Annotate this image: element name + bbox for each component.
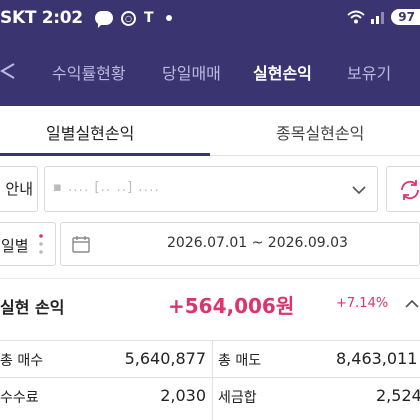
refresh-button[interactable] <box>386 166 420 212</box>
date-range-text: 2026.07.01 ~ 2026.09.03 <box>167 235 348 251</box>
t-app-icon: T <box>144 10 154 26</box>
calendar-icon <box>72 236 90 253</box>
top-nav: 수익률현황 당일매매 실현손익 보유기 <box>0 38 420 106</box>
talk-icon <box>95 11 113 28</box>
account-select[interactable]: ▪ ․․․․ [․․ ․․] ․․․․ <box>44 166 378 212</box>
table-divider-horizontal <box>0 377 420 378</box>
tab-holdings[interactable]: 보유기 <box>347 60 391 84</box>
tax-value: 2,524 <box>376 386 420 405</box>
fee-value: 2,030 <box>160 386 206 405</box>
status-system-icons: 97 <box>347 9 420 25</box>
summary-table: 총 매수 5,640,877 총 매도 8,463,011 수수료 2,030 … <box>0 340 420 420</box>
total-buy-label: 총 매수 <box>0 353 44 369</box>
tax-label: 세금합 <box>218 390 257 406</box>
divider <box>0 278 420 279</box>
notification-dot-icon <box>165 15 172 21</box>
period-type-label: 일별 <box>1 237 29 255</box>
total-sell-label: 총 매도 <box>218 353 262 369</box>
date-range-field[interactable]: 2026.07.01 ~ 2026.09.03 <box>60 222 420 266</box>
status-notification-icons: ○ T <box>95 10 172 28</box>
realized-pl-rate: +7.14% <box>336 296 389 311</box>
kebab-icon <box>39 234 43 254</box>
signal-icon <box>371 12 385 24</box>
chevron-down-icon <box>352 186 366 195</box>
fee-label: 수수료 <box>0 390 39 406</box>
realized-pl-title: 실현 손익 <box>0 298 65 317</box>
app-badge-icon: ○ <box>121 10 136 26</box>
back-arrow-icon[interactable] <box>0 60 18 82</box>
active-tab-indicator <box>0 153 210 156</box>
realized-pl-amount: +564,006원 <box>168 294 295 318</box>
sub-tabs: 일별실현손익 종목실현손익 <box>0 106 420 156</box>
tab-stock-realized[interactable]: 종목실현손익 <box>276 120 364 144</box>
period-type-select[interactable]: 일별 <box>0 222 56 266</box>
wifi-icon <box>347 10 365 24</box>
account-number: ▪ ․․․․ [․․ ․․] ․․․․ <box>53 180 160 195</box>
total-buy-value: 5,640,877 <box>124 349 206 368</box>
account-info-button[interactable]: 안내 <box>0 166 38 212</box>
total-sell-value: 8,463,011 <box>336 349 418 368</box>
tab-profit-rate[interactable]: 수익률현황 <box>52 60 126 84</box>
chevron-up-icon[interactable] <box>404 296 420 312</box>
tab-realized-pl[interactable]: 실현손익 <box>253 60 312 84</box>
refresh-icon <box>401 180 419 200</box>
status-bar: SKT 2:02 ○ T 97 <box>0 0 420 38</box>
tab-daily-realized[interactable]: 일별실현손익 <box>46 120 134 144</box>
battery-indicator: 97 <box>391 9 420 25</box>
table-divider-vertical <box>212 341 213 420</box>
status-time: SKT 2:02 <box>0 8 83 28</box>
tab-daily-trade[interactable]: 당일매매 <box>162 60 221 84</box>
